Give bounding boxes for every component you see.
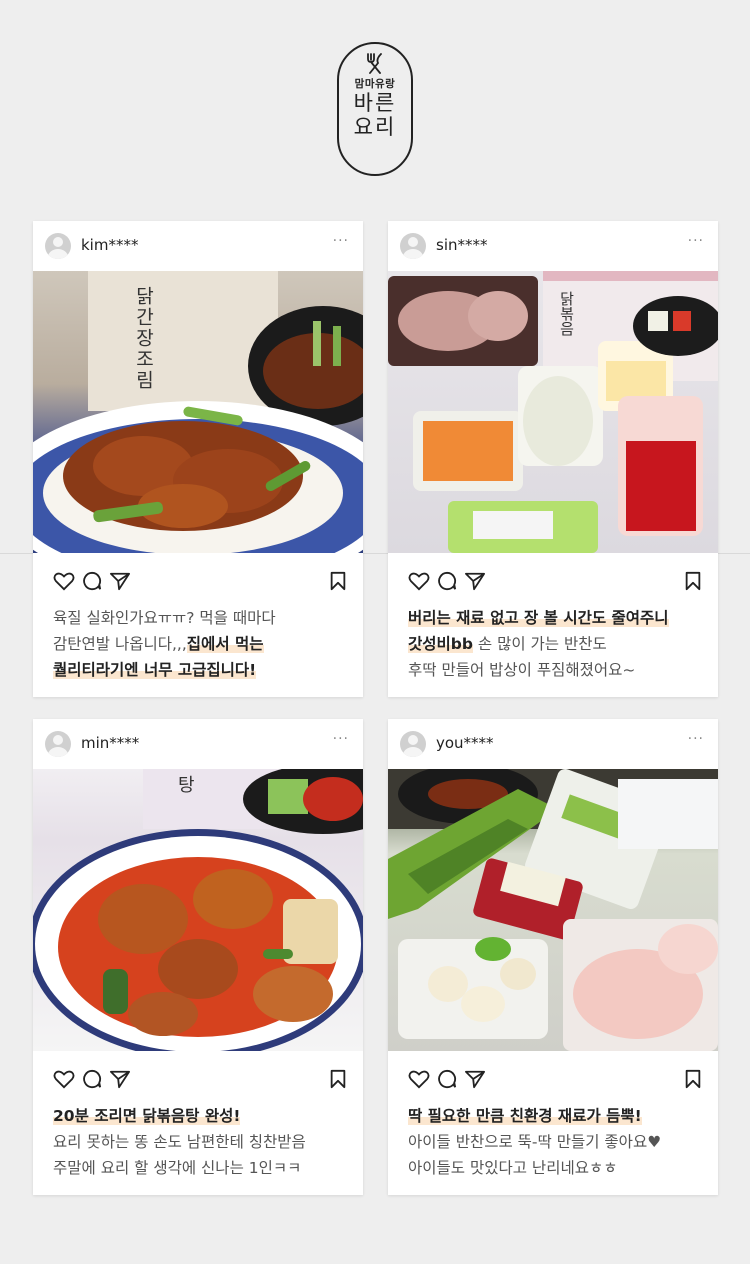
box-label: 닭간장조림 xyxy=(133,286,154,391)
action-bar xyxy=(388,553,718,605)
comment-icon[interactable] xyxy=(436,571,458,591)
bookmark-icon[interactable] xyxy=(329,1069,347,1089)
username[interactable]: sin**** xyxy=(436,236,488,254)
card-header: you**** ··· xyxy=(388,719,718,769)
action-bar xyxy=(388,1051,718,1103)
caption-text: 아이들 반찬으로 뚝-딱 만들기 좋아요♥ xyxy=(408,1133,662,1151)
avatar[interactable] xyxy=(45,731,71,757)
more-options-icon[interactable]: ··· xyxy=(688,233,704,249)
post-photo[interactable]: 탕 xyxy=(33,769,363,1051)
post-caption: 버리는 재료 없고 장 볼 시간도 줄여주니 갓성비bb 손 많이 가는 반찬도… xyxy=(388,605,718,697)
comment-icon[interactable] xyxy=(81,1069,103,1089)
username[interactable]: kim**** xyxy=(81,236,138,254)
card-header: sin**** ··· xyxy=(388,221,718,271)
card-header: kim**** ··· xyxy=(33,221,363,271)
logo-line-2: 요리 xyxy=(353,115,397,139)
caption-text: 요리 못하는 똥 손도 남편한테 칭찬받음 xyxy=(53,1133,306,1151)
comment-icon[interactable] xyxy=(81,571,103,591)
post-caption: 딱 필요한 만큼 친환경 재료가 듬뿍! 아이들 반찬으로 뚝-딱 만들기 좋아… xyxy=(388,1103,718,1195)
heart-icon[interactable] xyxy=(53,571,75,591)
comment-icon[interactable] xyxy=(436,1069,458,1089)
heart-icon[interactable] xyxy=(408,1069,430,1089)
post-caption: 20분 조리면 닭볶음탕 완성! 요리 못하는 똥 손도 남편한테 칭찬받음 주… xyxy=(33,1103,363,1195)
more-options-icon[interactable]: ··· xyxy=(333,233,349,249)
share-icon[interactable] xyxy=(464,571,486,591)
action-bar xyxy=(33,553,363,605)
bookmark-icon[interactable] xyxy=(684,571,702,591)
post-photo[interactable] xyxy=(388,769,718,1051)
caption-highlight: 버리는 재료 없고 장 볼 시간도 줄여주니 xyxy=(408,609,669,627)
action-bar xyxy=(33,1051,363,1103)
review-card: min**** ··· 탕 20분 조리면 닭볶음탕 완성! 요리 못하는 똥 … xyxy=(33,719,363,1195)
bookmark-icon[interactable] xyxy=(684,1069,702,1089)
review-card: sin**** ··· 닭볶음 버리는 재료 없고 장 볼 시간도 줄여주니 갓… xyxy=(388,221,718,697)
caption-highlight: 20분 조리면 닭볶음탕 완성! xyxy=(53,1107,241,1125)
caption-text: 육질 실화인가요ㅠㅠ? 먹을 때마다 xyxy=(53,609,276,627)
caption-highlight: 딱 필요한 만큼 친환경 재료가 듬뿍! xyxy=(408,1107,642,1125)
box-label: 닭볶음 xyxy=(558,291,575,336)
caption-highlight: 집에서 먹는 xyxy=(186,635,264,653)
bookmark-icon[interactable] xyxy=(329,571,347,591)
caption-text: 주말에 요리 할 생각에 신나는 1인ㅋㅋ xyxy=(53,1159,302,1177)
more-options-icon[interactable]: ··· xyxy=(688,731,704,747)
card-header: min**** ··· xyxy=(33,719,363,769)
share-icon[interactable] xyxy=(464,1069,486,1089)
username[interactable]: you**** xyxy=(436,734,494,752)
username[interactable]: min**** xyxy=(81,734,139,752)
post-caption: 육질 실화인가요ㅠㅠ? 먹을 때마다 감탄연발 나옵니다,,,집에서 먹는 퀄리… xyxy=(33,605,363,697)
avatar[interactable] xyxy=(45,233,71,259)
post-photo[interactable]: 닭간장조림 xyxy=(33,271,363,553)
brand-logo: 맘마유랑 바른 요리 xyxy=(337,42,413,176)
caption-highlight: 갓성비bb xyxy=(408,635,473,653)
share-icon[interactable] xyxy=(109,1069,131,1089)
caption-text: 아이들도 맛있다고 난리네요ㅎㅎ xyxy=(408,1159,618,1177)
caption-text: 감탄연발 나옵니다,,, xyxy=(53,635,187,653)
caption-text: 후딱 만들어 밥상이 푸짐해졌어요~ xyxy=(408,661,636,679)
box-label: 탕 xyxy=(178,775,195,795)
review-card: kim**** ··· 닭간장조림 육질 실화인가요ㅠㅠ? 먹을 때마다 감탄연… xyxy=(33,221,363,697)
heart-icon[interactable] xyxy=(408,571,430,591)
avatar[interactable] xyxy=(400,731,426,757)
more-options-icon[interactable]: ··· xyxy=(333,731,349,747)
post-photo[interactable]: 닭볶음 xyxy=(388,271,718,553)
avatar[interactable] xyxy=(400,233,426,259)
heart-icon[interactable] xyxy=(53,1069,75,1089)
review-card: you**** ··· 딱 필요한 만큼 친환경 재료가 듬뿍! 아이들 반찬으… xyxy=(388,719,718,1195)
caption-highlight: 퀄리티라기엔 너무 고급집니다! xyxy=(53,661,257,679)
caption-text: 손 많이 가는 반찬도 xyxy=(472,635,607,653)
fork-knife-icon xyxy=(339,52,411,74)
share-icon[interactable] xyxy=(109,571,131,591)
logo-small-text: 맘마유랑 xyxy=(354,78,396,90)
logo-line-1: 바른 xyxy=(353,91,397,115)
